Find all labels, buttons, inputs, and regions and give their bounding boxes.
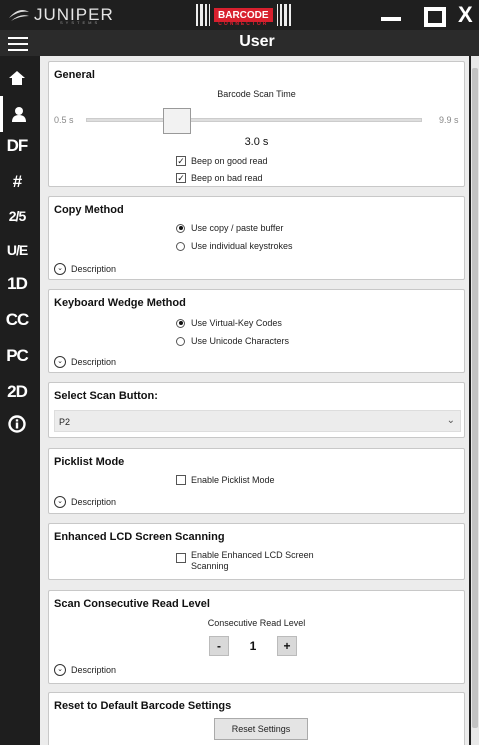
copy-method-title: Copy Method xyxy=(54,204,124,216)
scan-time-slider-track[interactable] xyxy=(86,118,422,122)
sidebar-item-home[interactable] xyxy=(0,60,34,96)
title-bar: JUNIPER SYSTEMS BARCODE CONNECTOR X xyxy=(0,0,479,30)
brand-subtitle: SYSTEMS xyxy=(60,20,101,25)
slider-min-label: 0.5 s xyxy=(54,115,74,125)
unicode-option[interactable]: Use Unicode Characters xyxy=(176,336,289,346)
sidebar-item-user[interactable] xyxy=(0,96,34,132)
consecutive-read-title: Scan Consecutive Read Level xyxy=(54,598,210,610)
virtual-key-label: Use Virtual-Key Codes xyxy=(191,318,282,328)
page-title: User xyxy=(239,33,275,50)
lcd-scanning-label-line1: Enable Enhanced LCD Screen xyxy=(191,550,314,560)
consecutive-description-toggle[interactable]: ⌄ Description xyxy=(54,664,116,676)
wedge-method-title: Keyboard Wedge Method xyxy=(54,297,186,309)
beep-good-label: Beep on good read xyxy=(191,156,268,166)
keystrokes-radio[interactable] xyxy=(176,241,185,251)
home-icon xyxy=(9,71,25,85)
info-icon xyxy=(8,415,26,433)
wedge-description-toggle[interactable]: ⌄ Description xyxy=(54,356,116,368)
chevron-down-icon: ⌄ xyxy=(54,356,66,368)
chevron-down-icon: ⌄ xyxy=(54,496,66,508)
copy-paste-label: Use copy / paste buffer xyxy=(191,223,284,233)
minimize-button[interactable] xyxy=(380,5,402,25)
copy-paste-radio[interactable] xyxy=(176,223,185,233)
copy-paste-option[interactable]: Use copy / paste buffer xyxy=(176,223,283,233)
general-card: General Barcode Scan Time 0.5 s 9.9 s 3.… xyxy=(48,61,465,187)
sidebar-item-2of5[interactable]: 2/5 xyxy=(0,198,34,234)
sidebar-item-2d[interactable]: 2D xyxy=(0,374,34,410)
reset-card: Reset to Default Barcode Settings Reset … xyxy=(48,692,465,745)
keystrokes-option[interactable]: Use individual keystrokes xyxy=(176,241,293,251)
lcd-scanning-label-line2: Scanning xyxy=(191,561,229,571)
beep-bad-checkbox[interactable]: ✓ xyxy=(176,173,186,183)
sidebar-item-pc[interactable]: PC xyxy=(0,338,34,374)
copy-method-card: Copy Method Use copy / paste buffer Use … xyxy=(48,196,465,280)
close-button[interactable]: X xyxy=(458,4,479,26)
reset-title: Reset to Default Barcode Settings xyxy=(54,700,232,712)
app-header: User xyxy=(0,30,479,56)
beep-bad-label: Beep on bad read xyxy=(191,173,263,183)
scan-time-value: 3.0 s xyxy=(244,136,269,148)
scan-time-label: Barcode Scan Time xyxy=(217,89,296,99)
slider-max-label: 9.9 s xyxy=(439,115,459,125)
lcd-scanning-option[interactable]: Enable Enhanced LCD Screen Scanning xyxy=(176,550,314,572)
chevron-down-icon: ⌄ xyxy=(54,664,66,676)
reset-settings-button[interactable]: Reset Settings xyxy=(214,718,308,740)
wedge-description-label: Description xyxy=(71,357,117,367)
settings-content: General Barcode Scan Time 0.5 s 9.9 s 3.… xyxy=(40,56,469,745)
user-icon xyxy=(11,107,26,122)
chevron-down-icon: ⌄ xyxy=(446,415,455,426)
virtual-key-radio[interactable] xyxy=(176,318,185,328)
scan-button-title: Select Scan Button: xyxy=(54,390,158,402)
picklist-description-toggle[interactable]: ⌄ Description xyxy=(54,496,116,508)
chevron-down-icon: ⌄ xyxy=(54,263,66,275)
sidebar-item-df[interactable]: DF xyxy=(0,128,34,164)
lcd-scanning-title: Enhanced LCD Screen Scanning xyxy=(54,531,225,543)
content-scrollbar[interactable] xyxy=(471,56,479,745)
keystrokes-label: Use individual keystrokes xyxy=(191,241,293,251)
unicode-label: Use Unicode Characters xyxy=(191,336,290,346)
lcd-scanning-card: Enhanced LCD Screen Scanning Enable Enha… xyxy=(48,523,465,580)
logo-subtext: CONNECTOR xyxy=(218,21,269,27)
picklist-checkbox[interactable] xyxy=(176,475,186,485)
beep-good-option[interactable]: ✓ Beep on good read xyxy=(176,156,268,166)
sidebar-nav: DF # 2/5 U/E 1D CC PC 2D xyxy=(0,56,34,745)
scan-time-slider-thumb[interactable] xyxy=(163,108,191,134)
increment-button[interactable]: + xyxy=(277,636,297,656)
scan-button-card: Select Scan Button: P2 ⌄ xyxy=(48,382,465,438)
consecutive-description-label: Description xyxy=(71,665,117,675)
picklist-title: Picklist Mode xyxy=(54,456,125,468)
consecutive-read-label: Consecutive Read Level xyxy=(207,618,306,628)
hamburger-menu-icon[interactable] xyxy=(8,37,28,51)
wedge-method-card: Keyboard Wedge Method Use Virtual-Key Co… xyxy=(48,289,465,373)
barcode-connector-logo: BARCODE CONNECTOR xyxy=(196,2,296,28)
decrement-button[interactable]: - xyxy=(209,636,229,656)
lcd-scanning-checkbox[interactable] xyxy=(176,553,186,563)
sidebar-item-cc[interactable]: CC xyxy=(0,302,34,338)
juniper-leaf-icon xyxy=(4,6,34,24)
sidebar-item-1d[interactable]: 1D xyxy=(0,266,34,302)
picklist-description-label: Description xyxy=(71,497,117,507)
beep-good-checkbox[interactable]: ✓ xyxy=(176,156,186,166)
copy-method-description-label: Description xyxy=(71,264,117,274)
general-title: General xyxy=(54,69,95,81)
consecutive-read-value[interactable]: 1 xyxy=(229,636,277,656)
consecutive-read-stepper: - 1 + xyxy=(209,636,297,656)
maximize-button[interactable] xyxy=(423,5,446,27)
scan-button-select[interactable]: P2 ⌄ xyxy=(54,410,461,432)
copy-method-description-toggle[interactable]: ⌄ Description xyxy=(54,263,116,275)
unicode-radio[interactable] xyxy=(176,336,185,346)
beep-bad-option[interactable]: ✓ Beep on bad read xyxy=(176,173,263,183)
virtual-key-option[interactable]: Use Virtual-Key Codes xyxy=(176,318,282,328)
scrollbar-thumb[interactable] xyxy=(472,68,478,728)
picklist-card: Picklist Mode Enable Picklist Mode ⌄ Des… xyxy=(48,448,465,514)
sidebar-item-info[interactable] xyxy=(0,406,34,442)
picklist-label: Enable Picklist Mode xyxy=(191,475,275,485)
consecutive-read-card: Scan Consecutive Read Level Consecutive … xyxy=(48,590,465,684)
sidebar-item-ue[interactable]: U/E xyxy=(0,232,34,268)
picklist-option[interactable]: Enable Picklist Mode xyxy=(176,475,275,485)
sidebar-item-hash[interactable]: # xyxy=(0,164,34,200)
scan-button-selected: P2 xyxy=(59,417,71,427)
